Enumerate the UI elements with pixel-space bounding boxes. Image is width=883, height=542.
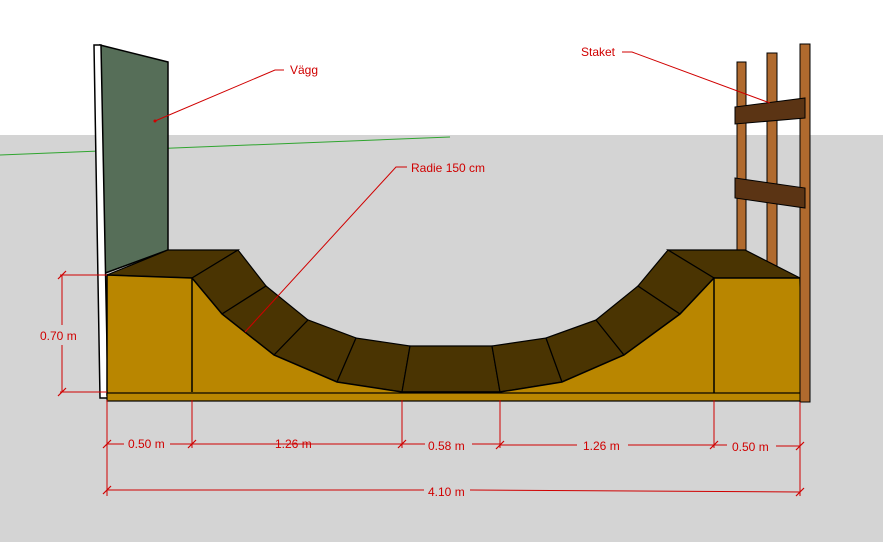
ramp-base-strip bbox=[106, 392, 804, 402]
transition-left-dimension-label: 1.26 m bbox=[275, 437, 312, 451]
radius-label: Radie 150 cm bbox=[411, 161, 485, 175]
fence-post-middle bbox=[766, 52, 778, 267]
flat-bottom-top bbox=[401, 345, 501, 393]
deck-left-dimension-label: 0.50 m bbox=[128, 437, 165, 451]
halfpipe-diagram: Vägg Staket Radie 150 cm 0.70 m 0.50 m 1… bbox=[0, 0, 883, 542]
wall-face bbox=[99, 44, 169, 277]
height-dimension-label: 0.70 m bbox=[40, 329, 77, 343]
transition-right-dimension-label: 1.26 m bbox=[583, 439, 620, 453]
wall-leader-dot bbox=[153, 119, 157, 123]
total-length-dimension-label: 4.10 m bbox=[428, 485, 465, 499]
fence-label: Staket bbox=[581, 45, 616, 59]
ramp-drawing: Vägg Staket Radie 150 cm 0.70 m 0.50 m 1… bbox=[0, 0, 883, 542]
flat-bottom-dimension-label: 0.58 m bbox=[428, 439, 465, 453]
wall-label: Vägg bbox=[290, 63, 318, 77]
deck-right-dimension-label: 0.50 m bbox=[732, 440, 769, 454]
